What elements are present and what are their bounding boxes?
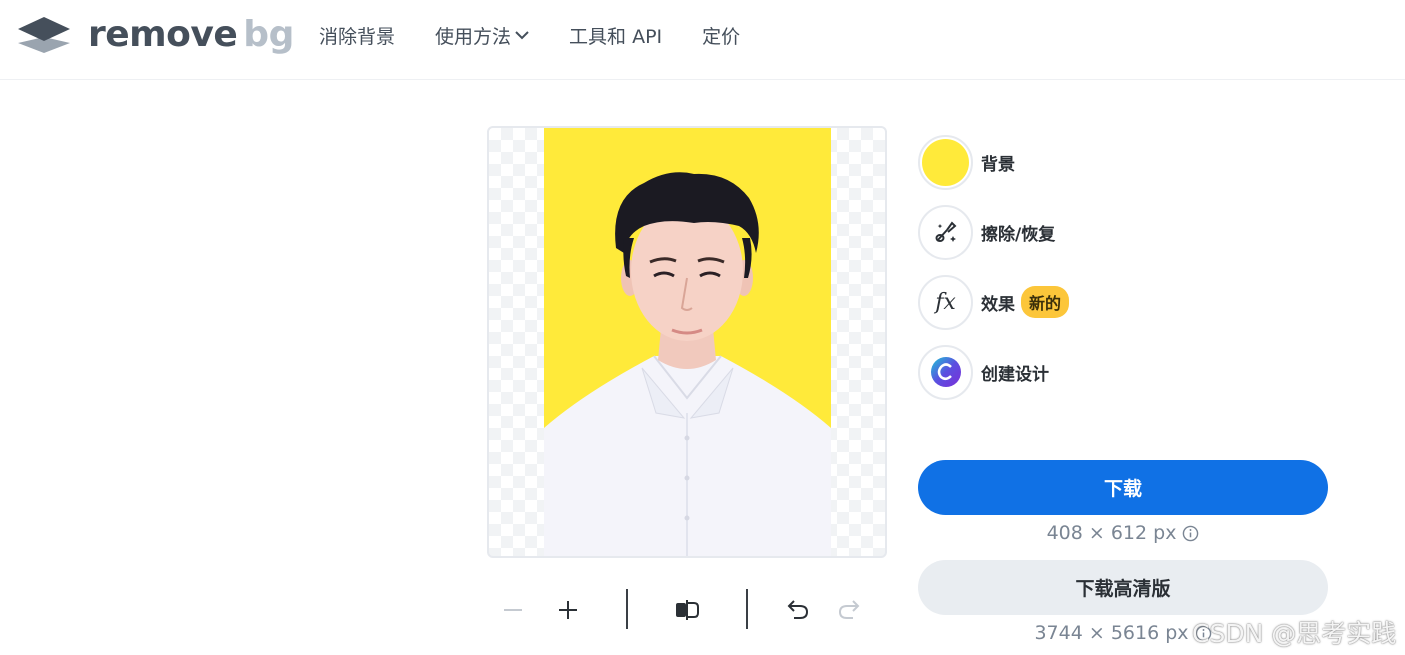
tool-effects[interactable]: fx 效果 新的 — [918, 274, 1338, 330]
fx-icon: fx — [935, 289, 956, 315]
download-size-text: 408 × 612 px — [1046, 522, 1177, 544]
nav-remove-background[interactable]: 消除背景 — [319, 22, 395, 49]
download-hd-size-text: 3744 × 5616 px — [1034, 622, 1189, 644]
redo-button[interactable] — [832, 592, 868, 628]
csdn-watermark: CSDN @思考实践 — [1192, 619, 1397, 648]
tool-create-design[interactable]: 创建设计 — [918, 344, 1338, 400]
preview-toolbar — [487, 586, 887, 634]
minus-icon — [504, 609, 522, 611]
tool-label: 创建设计 — [981, 364, 1049, 385]
plus-icon — [559, 601, 577, 619]
tool-background[interactable]: 背景 — [918, 134, 1338, 190]
compare-button[interactable] — [669, 592, 705, 628]
redo-icon — [838, 600, 860, 619]
download-hd-button[interactable]: 下载高清版 — [918, 560, 1328, 615]
edit-tools-panel: 背景 擦除/恢复 fx 效果 新的 创建设计 — [918, 134, 1338, 414]
tool-circle — [918, 134, 973, 190]
image-preview[interactable] — [487, 126, 887, 558]
compare-icon — [676, 600, 699, 620]
tool-circle — [918, 204, 973, 260]
zoom-out-button[interactable] — [495, 592, 531, 628]
nav-how-to-use[interactable]: 使用方法 — [435, 22, 529, 49]
new-badge: 新的 — [1021, 286, 1070, 318]
nav-pricing[interactable]: 定价 — [702, 22, 740, 49]
download-size: 408 × 612 px — [918, 522, 1328, 544]
canva-icon — [930, 357, 961, 387]
tool-label: 擦除/恢复 — [981, 224, 1056, 245]
nav-tools-api[interactable]: 工具和 API — [569, 22, 662, 49]
toolbar-divider — [626, 589, 628, 629]
nav-label: 工具和 API — [569, 25, 663, 48]
color-swatch-icon — [922, 138, 969, 186]
undo-icon — [787, 600, 809, 619]
logo-word-bg: bg — [243, 14, 294, 55]
tool-label: 效果 — [981, 294, 1015, 315]
tool-erase-restore[interactable]: 擦除/恢复 — [918, 204, 1338, 260]
magic-brush-icon — [935, 221, 956, 242]
nav-label: 定价 — [702, 25, 741, 48]
zoom-in-button[interactable] — [550, 592, 586, 628]
logo-wordmark: remove bg — [88, 15, 294, 55]
nav-label: 使用方法 — [435, 25, 512, 48]
download-button[interactable]: 下载 — [918, 460, 1328, 515]
info-icon[interactable] — [1182, 525, 1199, 542]
tool-circle — [918, 344, 973, 400]
removebg-logo[interactable]: remove bg — [16, 14, 294, 56]
top-navbar: remove bg 消除背景 使用方法 工具和 API 定价 — [0, 0, 1405, 80]
tool-circle: fx — [918, 274, 973, 330]
layers-logo-icon — [18, 17, 70, 53]
tool-label: 背景 — [981, 154, 1015, 175]
main-nav: 消除背景 使用方法 工具和 API 定价 — [319, 20, 780, 50]
nav-label: 消除背景 — [319, 25, 396, 48]
undo-button[interactable] — [779, 592, 815, 628]
toolbar-divider — [746, 589, 748, 629]
logo-word-remove: remove — [88, 14, 238, 55]
portrait-photo — [544, 128, 831, 556]
chevron-down-icon — [515, 31, 529, 40]
